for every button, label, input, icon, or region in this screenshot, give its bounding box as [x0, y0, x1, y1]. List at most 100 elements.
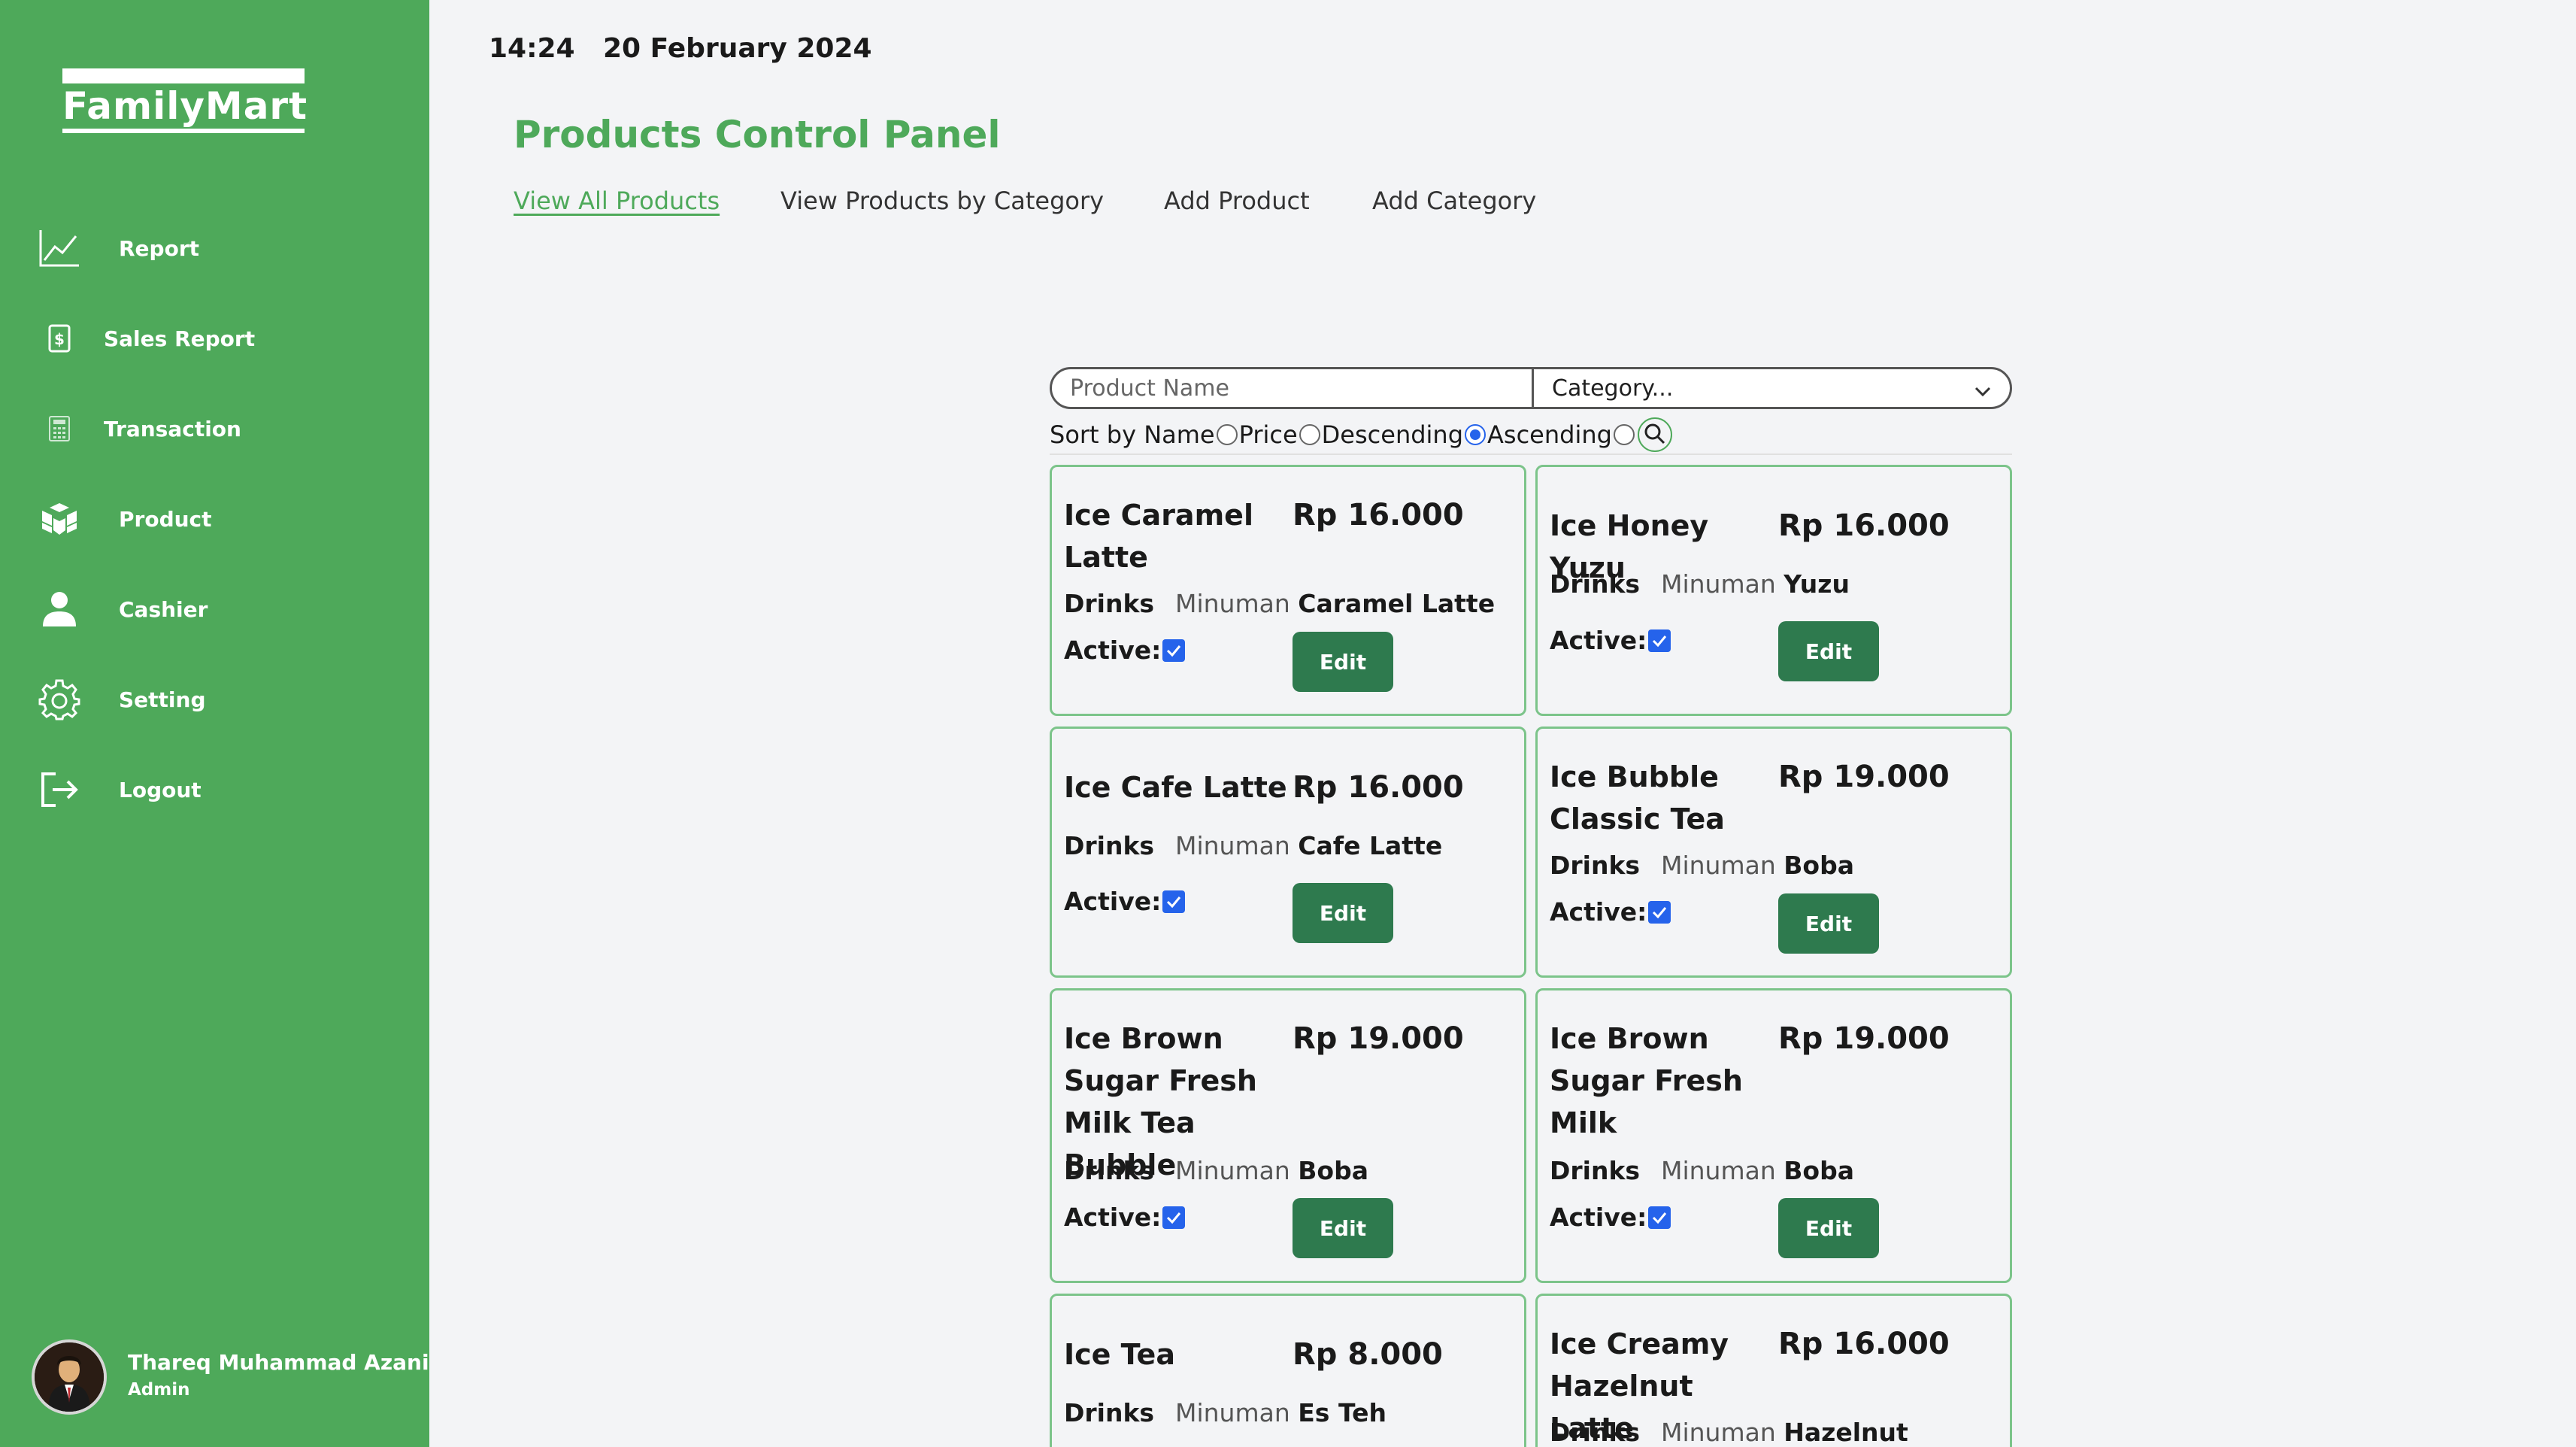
product-card: Ice Tea Rp 8.000 Drinks Minuman Es Teh [1050, 1294, 1526, 1447]
active-checkbox[interactable] [1648, 1206, 1671, 1229]
product-name-input[interactable] [1052, 369, 1533, 407]
sidebar: FamilyMart Report $ Sales Report Transac… [0, 0, 429, 1447]
receipt-icon: $ [38, 317, 81, 360]
user-name: Thareq Muhammad Azani [128, 1350, 429, 1375]
sidebar-item-product[interactable]: Product [0, 474, 429, 564]
edit-button[interactable]: Edit [1778, 621, 1879, 681]
edit-button[interactable]: Edit [1778, 893, 1879, 954]
active-checkbox[interactable] [1162, 890, 1186, 913]
active-checkbox[interactable] [1648, 629, 1671, 652]
active-label: Active: [1550, 897, 1647, 927]
product-name: Ice Caramel Latte [1064, 499, 1253, 574]
search-icon [1644, 423, 1665, 444]
user-role: Admin [128, 1380, 190, 1400]
subcategory-prefix: Minuman [1661, 1156, 1776, 1185]
sidebar-item-cashier[interactable]: Cashier [0, 564, 429, 654]
product-card: Ice Caramel Latte Rp 16.000 Drinks Minum… [1050, 465, 1526, 716]
category-label: Drinks [1064, 831, 1155, 860]
sort-radio-descending[interactable] [1299, 424, 1320, 445]
subcategory-prefix: Minuman [1175, 831, 1290, 860]
current-date: 20 February 2024 [603, 33, 872, 64]
sidebar-item-label: Report [119, 235, 200, 261]
sidebar-nav: Report $ Sales Report Transaction Produc… [0, 203, 429, 835]
sort-row: Sort by Name Price Descending Ascending [1050, 417, 1672, 452]
boxes-icon [38, 497, 81, 541]
search-bar: Category... [1050, 367, 2012, 409]
edit-button[interactable]: Edit [1293, 632, 1393, 692]
sidebar-item-logout[interactable]: Logout [0, 745, 429, 835]
product-category: Drinks Minuman Yuzu [1550, 569, 2001, 599]
sort-radio-ascending[interactable] [1465, 424, 1487, 445]
product-name: Ice Tea [1064, 1338, 1175, 1371]
active-checkbox[interactable] [1162, 1206, 1186, 1229]
product-price: Rp 19.000 [1778, 1021, 1950, 1056]
category-label: Drinks [1064, 1156, 1155, 1185]
edit-button[interactable]: Edit [1778, 1198, 1879, 1258]
sidebar-item-setting[interactable]: Setting [0, 654, 429, 745]
sidebar-item-sales-report[interactable]: $ Sales Report [0, 293, 429, 384]
product-category: Drinks Minuman Boba [1550, 1156, 2001, 1185]
category-label: Drinks [1550, 1418, 1641, 1447]
check-icon [1167, 896, 1181, 908]
subcategory-name: Cafe Latte [1298, 831, 1443, 860]
subcategory-label: Minuman Cafe Latte [1175, 831, 1442, 860]
category-select-value: Category... [1552, 375, 1674, 402]
active-label: Active: [1550, 626, 1647, 655]
product-price: Rp 16.000 [1778, 1327, 1950, 1361]
sidebar-item-label: Setting [119, 687, 206, 712]
tab-add-product[interactable]: Add Product [1164, 187, 1310, 215]
product-category: Drinks Minuman Boba [1064, 1156, 1515, 1185]
sort-radio-unlabeled[interactable] [1613, 424, 1635, 445]
category-label: Drinks [1550, 851, 1641, 880]
subcategory-name: Caramel Latte [1298, 589, 1496, 618]
active-label: Active: [1550, 1203, 1647, 1232]
product-category: Drinks Minuman Boba [1550, 851, 2001, 880]
subcategory-prefix: Minuman [1175, 1156, 1290, 1185]
subcategory-label: Minuman Boba [1661, 1156, 1854, 1185]
subcategory-name: Yuzu [1784, 569, 1850, 599]
product-price: Rp 16.000 [1293, 770, 1464, 805]
product-name: Ice Bubble Classic Tea [1550, 760, 1725, 836]
active-label: Active: [1064, 887, 1162, 916]
subcategory-label: Minuman Hazelnut [1661, 1418, 1908, 1447]
category-label: Drinks [1550, 1156, 1641, 1185]
edit-button[interactable]: Edit [1293, 1198, 1393, 1258]
product-card: Ice Cafe Latte Rp 16.000 Drinks Minuman … [1050, 727, 1526, 978]
familymart-logo[interactable]: FamilyMart [62, 68, 308, 133]
sidebar-item-label: Sales Report [104, 326, 256, 351]
product-card: Ice Brown Sugar Fresh Milk Rp 19.000 Dri… [1535, 988, 2012, 1283]
category-select[interactable]: Category... [1534, 369, 2010, 407]
active-toggle: Active: [1064, 1203, 1186, 1232]
sidebar-item-report[interactable]: Report [0, 203, 429, 293]
product-price: Rp 19.000 [1778, 760, 1950, 794]
subcategory-name: Boba [1784, 851, 1854, 880]
person-icon [38, 587, 81, 631]
product-card: Ice Creamy Hazelnut Latte Rp 16.000 Drin… [1535, 1294, 2012, 1447]
active-toggle: Active: [1064, 636, 1186, 665]
sidebar-item-transaction[interactable]: Transaction [0, 384, 429, 474]
user-profile[interactable]: Thareq Muhammad Azani Admin [32, 1339, 429, 1415]
logo-text: FamilyMart [62, 84, 308, 128]
sort-radio-price[interactable] [1216, 424, 1238, 445]
active-label: Active: [1064, 636, 1162, 665]
tab-view-by-category[interactable]: View Products by Category [780, 187, 1104, 215]
sidebar-item-label: Transaction [104, 416, 241, 441]
tab-view-all-products[interactable]: View All Products [514, 187, 720, 215]
sort-option-label: Ascending [1487, 420, 1612, 449]
logo-bar-bottom [62, 129, 305, 133]
tab-add-category[interactable]: Add Category [1372, 187, 1536, 215]
subcategory-name: Boba [1298, 1156, 1368, 1185]
subcategory-name: Boba [1784, 1156, 1854, 1185]
subcategory-prefix: Minuman [1661, 569, 1776, 599]
product-card: Ice Brown Sugar Fresh Milk Tea Bubble Rp… [1050, 988, 1526, 1283]
active-checkbox[interactable] [1648, 900, 1671, 924]
search-button[interactable] [1637, 417, 1672, 452]
edit-button[interactable]: Edit [1293, 883, 1393, 943]
active-toggle: Active: [1550, 897, 1671, 927]
chevron-down-icon [1974, 380, 1992, 398]
svg-text:$: $ [54, 330, 65, 348]
product-category: Drinks Minuman Es Teh [1064, 1398, 1515, 1427]
subcategory-name: Es Teh [1298, 1398, 1386, 1427]
category-label: Drinks [1064, 1398, 1155, 1427]
active-checkbox[interactable] [1162, 639, 1186, 662]
